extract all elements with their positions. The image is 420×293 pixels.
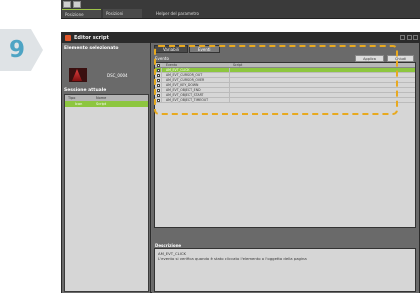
tab-variabili[interactable]: Variabili [154,45,188,53]
session-row-type: Icon [75,102,83,106]
events-grid: Evento Script AM_EVT_CLICK AM_EVT_CURSOR_… [154,62,416,228]
event-script[interactable] [230,83,415,87]
event-name: AM_EVT_CURSOR_OUT [162,73,230,77]
step-number: 9 [9,37,26,63]
minimize-icon[interactable] [400,35,405,40]
session-table: Tipo Nome Icon Script [64,94,149,292]
event-script[interactable] [230,78,415,82]
session-row-name: Script [96,102,107,106]
event-rows: AM_EVT_CLICK AM_EVT_CURSOR_OUT AM_EVT_CURS… [155,68,415,103]
select-all-checkbox[interactable] [155,63,162,67]
app-icon [65,35,71,41]
event-checkbox[interactable] [155,88,162,92]
close-icon[interactable] [413,35,418,40]
session-row[interactable]: Icon Script [65,101,148,107]
add-icon[interactable] [63,1,71,8]
event-checkbox[interactable] [155,78,162,82]
left-panel: Elemento selezionato DSC_0004 Sessione a… [62,43,151,293]
description-text: L'evento si verifica quando è stato clic… [158,256,307,261]
session-heading: Sessione attuale [64,88,107,93]
event-script[interactable] [230,93,415,97]
event-checkbox[interactable] [155,98,162,102]
element-thumbnail [69,68,87,82]
col-script: Script [233,63,243,67]
copy-icon[interactable] [73,1,81,8]
action-buttons: Applica Chiudi [355,55,414,62]
window-title: Editor script [74,35,109,41]
window-titlebar: Editor script [62,33,419,43]
event-script[interactable] [230,88,415,92]
event-name: AM_EVT_KEY_DOWN [162,83,230,87]
maximize-icon[interactable] [407,35,412,40]
event-name: AM_EVT_CLICK [162,68,230,72]
event-script[interactable] [230,68,415,72]
tab-posizioni[interactable]: Posizioni [103,9,142,18]
event-checkbox[interactable] [155,83,162,87]
event-name: AM_EVT_OBJECT_START [162,93,230,97]
event-checkbox[interactable] [155,93,162,97]
parameter-helper-link[interactable]: Helper del parametro [156,9,199,18]
event-checkbox[interactable] [155,73,162,77]
apply-button[interactable]: Applica [355,55,384,62]
event-checkbox[interactable] [155,68,162,72]
selected-element-heading: Elemento selezionato [64,46,119,51]
description-box: AM_EVT_CLICK L'evento si verifica quando… [154,248,416,292]
event-name: AM_EVT_CURSOR_OVER [162,78,230,82]
event-row[interactable]: AM_EVT_OBJECT_TIMEOUT [155,98,415,103]
selected-element-name: DSC_0004 [107,73,128,78]
event-name: AM_EVT_OBJECT_TIMEOUT [162,98,230,102]
screenshot-root: Posizione Posizioni Helper del parametro… [0,0,420,293]
event-script[interactable] [230,73,415,77]
col-evento: Evento [162,63,230,67]
event-script[interactable] [230,98,415,102]
strip-buttons [63,1,81,8]
tab-eventi[interactable]: Eventi [188,45,220,53]
previous-screen-strip: Posizione Posizioni Helper del parametro [61,0,420,19]
close-button[interactable]: Chiudi [386,55,414,62]
tab-posizione[interactable]: Posizione [62,9,101,18]
step-badge: 9 [0,29,43,71]
events-label: Evento [155,56,169,61]
script-editor-window: Editor script Elemento selezionato DSC_0… [61,32,420,293]
editor-tabs: Variabili Eventi [154,45,220,53]
right-panel: Variabili Eventi Evento Applica Chiudi E… [152,43,419,293]
event-name: AM_EVT_OBJECT_END [162,88,230,92]
